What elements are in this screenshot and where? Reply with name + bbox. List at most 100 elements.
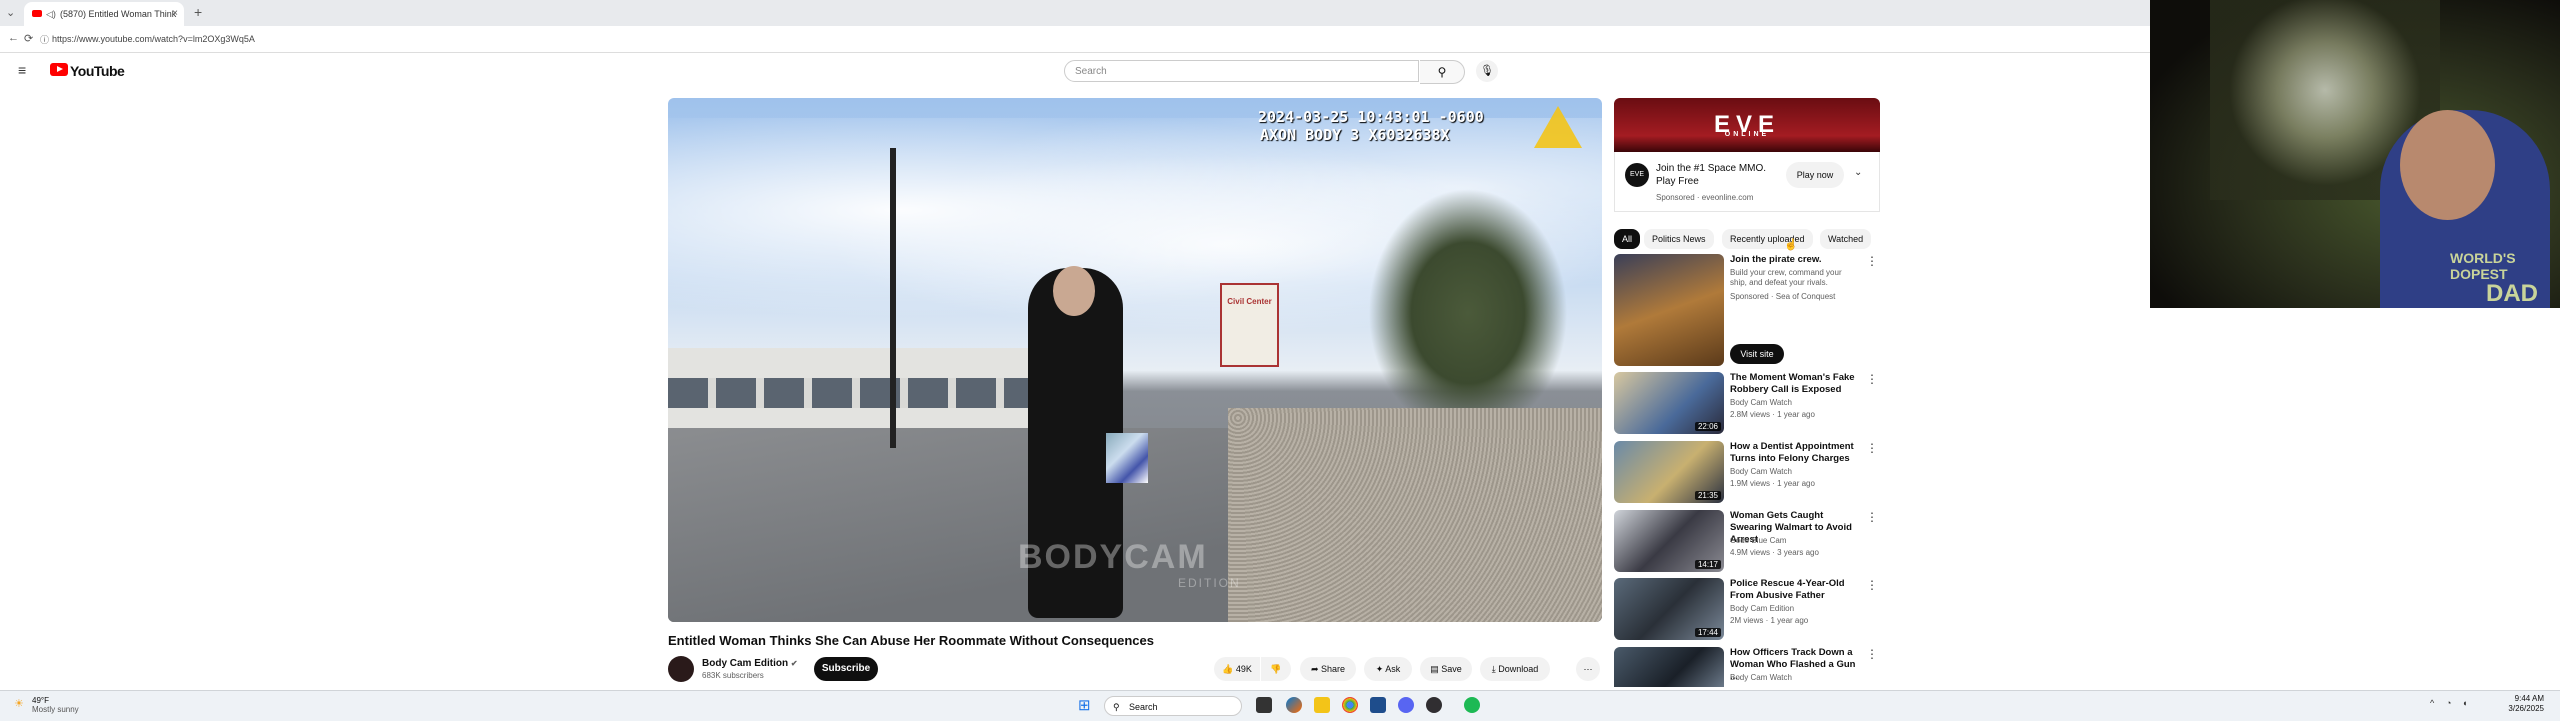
thumbnail[interactable] <box>1614 647 1724 687</box>
video-title[interactable]: The Moment Woman's Fake Robbery Call is … <box>1730 372 1858 396</box>
weather-desc: Mostly sunny <box>32 705 79 714</box>
channel-avatar[interactable] <box>668 656 694 682</box>
weather-widget[interactable]: 49°F Mostly sunny <box>32 696 79 714</box>
video-player[interactable]: Civil Center 2024-03-25 10:43:01 -0600 A… <box>668 98 1602 622</box>
download-button[interactable]: ⤓ Download <box>1480 657 1550 681</box>
download-icon: ⤓ <box>1491 664 1496 674</box>
spotify-icon[interactable] <box>1464 697 1480 713</box>
search-icon: ⚲ <box>1437 65 1447 79</box>
save-label: Save <box>1441 664 1462 674</box>
browser-tab[interactable]: ◁) (5870) Entitled Woman Think × <box>24 2 184 26</box>
channel-name[interactable]: Body Cam Watch <box>1730 398 1792 407</box>
chrome-icon[interactable] <box>1342 697 1358 713</box>
taskbar-search-label: Search <box>1129 702 1158 712</box>
more-actions-button[interactable]: ⋯ <box>1576 657 1600 681</box>
play-now-button[interactable]: Play now <box>1786 162 1844 188</box>
discord-icon[interactable] <box>1398 697 1414 713</box>
chip-watched[interactable]: Watched <box>1820 229 1872 249</box>
channel-name[interactable]: Code Blue Cam <box>1730 536 1786 545</box>
duration-badge: 17:44 <box>1694 628 1721 637</box>
visit-site-button[interactable]: Visit site <box>1730 344 1784 364</box>
tab-close-icon[interactable]: × <box>172 2 178 26</box>
video-title[interactable]: Police Rescue 4-Year-Old From Abusive Fa… <box>1730 578 1858 602</box>
sun-icon[interactable]: ☀ <box>14 697 24 710</box>
obs-icon[interactable] <box>1426 697 1442 713</box>
search-icon: ⚲ <box>1113 702 1120 712</box>
menu-icon[interactable]: ≡ <box>18 62 26 78</box>
download-label: Download <box>1498 664 1539 674</box>
clock-date: 3/26/2025 <box>2508 704 2544 713</box>
thumbnail[interactable]: 17:44 <box>1614 578 1724 640</box>
thumbnail[interactable]: 14:17 <box>1614 510 1724 572</box>
street-sign: Civil Center <box>1220 283 1279 367</box>
list-item[interactable]: How Officers Track Down a Woman Who Flas… <box>1614 647 1886 687</box>
taskbar <box>0 690 2560 721</box>
video-title[interactable]: Join the pirate crew. <box>1730 254 1858 266</box>
volume-icon[interactable]: ◖ <box>2462 698 2467 708</box>
tab-list-icon[interactable]: ⌄ <box>6 6 15 19</box>
more-options-icon[interactable]: ⋮ <box>1866 578 1878 592</box>
thumbnail[interactable] <box>1614 254 1724 366</box>
more-options-icon[interactable]: ⋮ <box>1866 254 1878 268</box>
tray-arrow-icon[interactable]: ^ <box>2430 698 2434 708</box>
building <box>668 348 1088 438</box>
browser-tab-bar <box>0 0 2150 26</box>
search-button[interactable]: ⚲ <box>1420 60 1465 84</box>
like-button[interactable]: 👍 49K <box>1214 657 1260 681</box>
back-button[interactable]: ← <box>8 32 19 44</box>
weather-temp: 49°F <box>32 696 49 705</box>
cursor-icon: ☝ <box>1784 239 1798 251</box>
clock-time: 9:44 AM <box>2514 694 2544 703</box>
youtube-logo-text[interactable]: YouTube <box>70 63 125 79</box>
file-explorer-icon[interactable] <box>1314 697 1330 713</box>
chip-all[interactable]: All <box>1614 229 1641 249</box>
windows-start-icon[interactable]: ⊞ <box>1078 696 1091 714</box>
save-button[interactable]: ▤ Save <box>1420 657 1472 681</box>
more-options-icon[interactable]: ⋮ <box>1866 372 1878 386</box>
search-input[interactable]: Search <box>1064 60 1419 82</box>
reload-button[interactable]: ⟳ <box>24 32 33 45</box>
list-item[interactable]: 21:35 How a Dentist Appointment Turns in… <box>1614 441 1886 505</box>
list-item[interactable]: 17:44 Police Rescue 4-Year-Old From Abus… <box>1614 578 1886 642</box>
site-info-icon[interactable]: ⓘ <box>40 33 49 46</box>
subscribe-button[interactable]: Subscribe <box>814 657 878 681</box>
save-icon: ▤ <box>1430 664 1439 674</box>
thumbs-down-icon: 👎 <box>1270 664 1282 674</box>
channel-name[interactable]: Body Cam Watch <box>1730 673 1792 682</box>
channel-name[interactable]: Body Cam Edition <box>1730 604 1794 613</box>
thumbnail[interactable]: 21:35 <box>1614 441 1724 503</box>
more-options-icon[interactable]: ⋮ <box>1866 647 1878 661</box>
more-options-icon[interactable]: ⋮ <box>1866 510 1878 524</box>
eve-ad-banner[interactable]: EVE ONLINE <box>1614 98 1880 152</box>
ad-logo-icon[interactable]: EVE <box>1625 163 1649 187</box>
more-options-icon[interactable]: ⋮ <box>1866 441 1878 455</box>
tab-title: (5870) Entitled Woman Think <box>60 9 177 19</box>
duration-badge: 14:17 <box>1694 560 1721 569</box>
dislike-button[interactable]: 👎 <box>1261 657 1291 681</box>
ask-button[interactable]: ✦ Ask <box>1364 657 1412 681</box>
address-field[interactable]: https://www.youtube.com/watch?v=lm2OXg3W… <box>52 31 1052 47</box>
video-title[interactable]: How a Dentist Appointment Turns into Fel… <box>1730 441 1858 465</box>
list-item[interactable]: 22:06 The Moment Woman's Fake Robbery Ca… <box>1614 372 1886 436</box>
ad-headline[interactable]: Join the #1 Space MMO. Play Free <box>1656 162 1776 188</box>
chevron-down-icon[interactable]: ⌄ <box>1854 167 1862 178</box>
new-tab-button[interactable]: + <box>194 4 202 20</box>
channel-name[interactable]: Body Cam Edition ✔ <box>702 658 798 669</box>
clock[interactable]: 9:44 AM 3/26/2025 <box>2484 694 2544 714</box>
taskbar-search[interactable]: ⚲ Search <box>1104 696 1242 716</box>
gravel-landscape <box>1228 408 1602 622</box>
youtube-logo-icon[interactable] <box>50 63 68 76</box>
thumbs-up-icon: 👍 <box>1222 664 1234 674</box>
app-icon[interactable] <box>1286 697 1302 713</box>
task-view-icon[interactable] <box>1256 697 1272 713</box>
chip-recently-uploaded[interactable]: Recently uploaded <box>1722 229 1813 249</box>
share-button[interactable]: ➦ Share <box>1300 657 1356 681</box>
ad-banner-subtext: ONLINE <box>1724 131 1770 138</box>
thumbnail[interactable]: 22:06 <box>1614 372 1724 434</box>
voice-search-button[interactable]: 🎙 <box>1476 60 1498 82</box>
app-icon[interactable] <box>1370 697 1386 713</box>
wifi-icon[interactable]: ◔ <box>2446 698 2451 708</box>
channel-name[interactable]: Body Cam Watch <box>1730 467 1792 476</box>
chip-politics-news[interactable]: Politics News <box>1644 229 1714 249</box>
list-item[interactable]: 14:17 Woman Gets Caught Swearing Walmart… <box>1614 510 1886 574</box>
